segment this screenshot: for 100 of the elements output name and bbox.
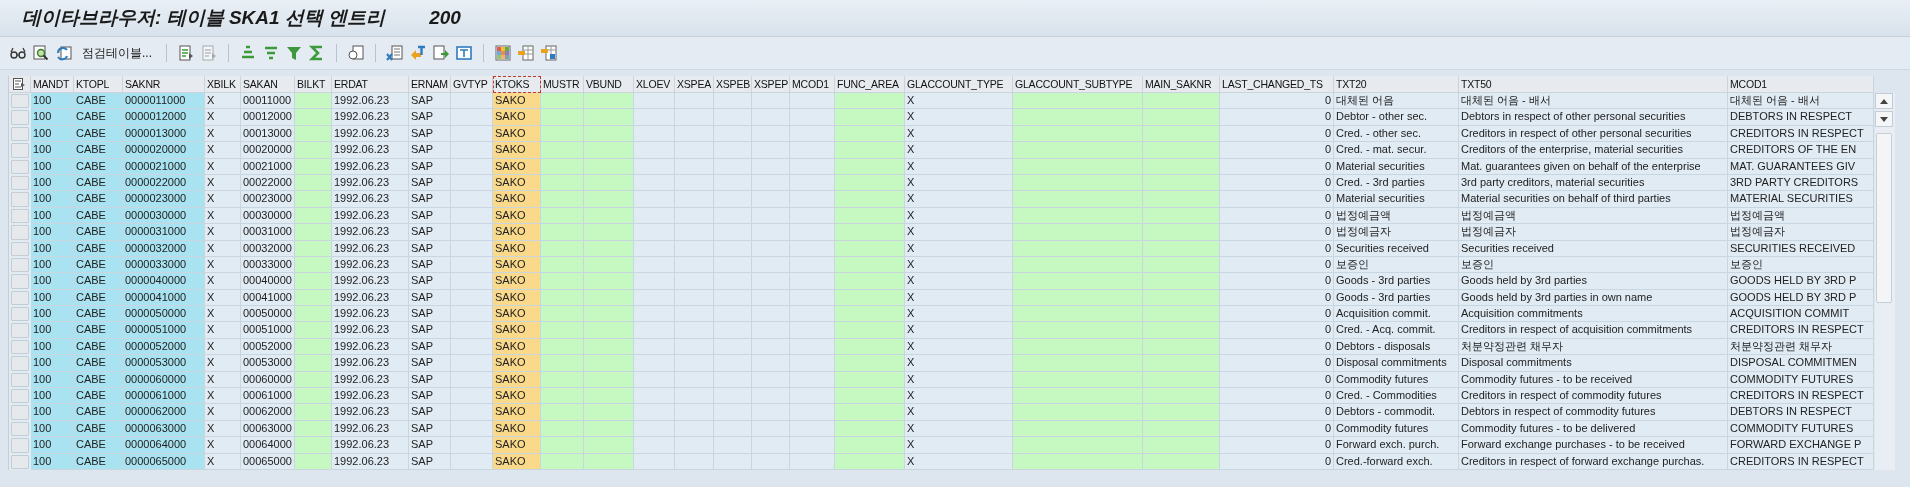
column-header[interactable]: LAST_CHANGED_TS [1220,76,1334,93]
check-table-button[interactable]: 점검테이블... [78,42,156,64]
row-selector[interactable] [11,372,29,388]
table-cell: 0000062000 [123,404,205,421]
row-selector[interactable] [11,323,29,338]
column-header[interactable]: TXT20 [1334,76,1459,93]
column-header[interactable]: MANDT [31,76,74,93]
table-cell [790,306,835,323]
row-selector[interactable] [11,257,29,273]
table-cell: 1992.06.23 [332,224,409,241]
column-header[interactable]: ERDAT [332,76,409,93]
table-cell: Debtors in respect of commodity futures [1459,404,1728,421]
row-selector[interactable] [11,339,29,355]
row-selector[interactable] [11,225,29,240]
column-header[interactable]: MUSTR [541,76,584,93]
table-cell: 1992.06.23 [332,191,409,208]
column-header[interactable]: XBILK [205,76,241,93]
table-cell [835,322,905,339]
row-selector[interactable] [11,175,29,191]
spreadsheet-export-icon[interactable] [386,44,404,62]
table-cell: FORWARD EXCHANGE P [1728,437,1874,454]
text-arrow-icon[interactable] [409,44,427,62]
row-selector[interactable] [11,192,29,207]
table-cell: 0000061000 [123,388,205,405]
row-selector[interactable] [11,159,29,174]
document-export-icon[interactable] [432,44,450,62]
table-cell: X [205,388,241,405]
column-header[interactable]: MCOD1 [790,76,835,93]
table-cell: SAKO [493,191,541,208]
table-cell: 1992.06.23 [332,306,409,323]
layout-icon[interactable] [517,44,535,62]
scroll-down-button[interactable] [1875,111,1893,127]
row-selector[interactable] [11,438,29,453]
table-cell [541,404,584,421]
row-selector[interactable] [11,126,29,142]
filter-icon[interactable] [285,44,303,62]
table-cell [584,306,634,323]
column-header[interactable]: GLACCOUNT_SUBTYPE [1013,76,1143,93]
column-header[interactable]: FUNC_AREA [835,76,905,93]
table-cell: Cred. - Acq. commit. [1334,322,1459,339]
column-header[interactable]: XLOEV [634,76,675,93]
document-search-icon[interactable] [32,44,50,62]
row-selector[interactable] [11,110,29,125]
column-header[interactable]: XSPEP [752,76,790,93]
column-header[interactable]: SAKAN [241,76,295,93]
row-selector[interactable] [11,241,29,256]
row-selector[interactable] [11,454,29,469]
table-cell: SAKO [493,142,541,159]
column-header[interactable]: KTOKS [493,76,541,93]
row-selector[interactable] [11,405,29,420]
row-selector[interactable] [11,356,29,371]
column-layout-icon[interactable] [13,78,26,90]
column-header[interactable]: VBUND [584,76,634,93]
row-selector[interactable] [11,389,29,404]
table-cell: Cred. - Commodities [1334,388,1459,405]
document-icon[interactable] [347,44,365,62]
table-cell [541,224,584,241]
template-icon[interactable] [455,44,473,62]
column-header[interactable]: TXT50 [1459,76,1728,93]
table-cell [634,355,675,372]
row-selector[interactable] [11,307,29,322]
table-cell: CABE [74,306,123,323]
table-cell: 100 [31,109,74,126]
row-selector[interactable] [11,290,29,306]
sort-descending-icon[interactable] [262,44,280,62]
column-header[interactable]: MCOD1 [1728,76,1874,93]
document-arrow-icon[interactable] [177,44,195,62]
table-cell: 00012000 [241,109,295,126]
column-header[interactable]: GVTYP [451,76,493,93]
table-cell [451,322,493,339]
table-cell: X [905,273,1013,290]
layout-icon[interactable] [540,44,558,62]
row-selector[interactable] [11,421,29,437]
table-cell: X [905,404,1013,421]
row-selector[interactable] [11,208,29,224]
column-header[interactable]: XSPEB [714,76,752,93]
column-header[interactable]: XSPEA [675,76,714,93]
column-header[interactable]: GLACCOUNT_TYPE [905,76,1013,93]
table-cell: 100 [31,404,74,421]
scroll-up-button[interactable] [1875,93,1893,109]
table-cell [835,273,905,290]
table-cell: X [205,437,241,454]
table-cell [790,404,835,421]
refresh-icon[interactable] [55,44,73,62]
table-cell [451,109,493,126]
table-cell: CREDITORS OF THE EN [1728,142,1874,159]
grid-icon[interactable] [494,44,512,62]
table-cell: 0 [1220,388,1334,405]
table-cell: 0000053000 [123,355,205,372]
table-cell [584,191,634,208]
table-cell: 법정예금자 [1334,224,1459,241]
column-header[interactable]: MAIN_SAKNR [1143,76,1220,93]
row-selector[interactable] [11,274,29,289]
column-header[interactable]: BILKT [295,76,332,93]
column-header[interactable]: SAKNR [123,76,205,93]
table-cell [714,93,752,110]
column-header[interactable]: ERNAM [409,76,451,93]
scrollbar-thumb[interactable] [1876,133,1892,303]
column-header[interactable]: KTOPL [74,76,123,93]
row-selector[interactable] [11,143,29,158]
